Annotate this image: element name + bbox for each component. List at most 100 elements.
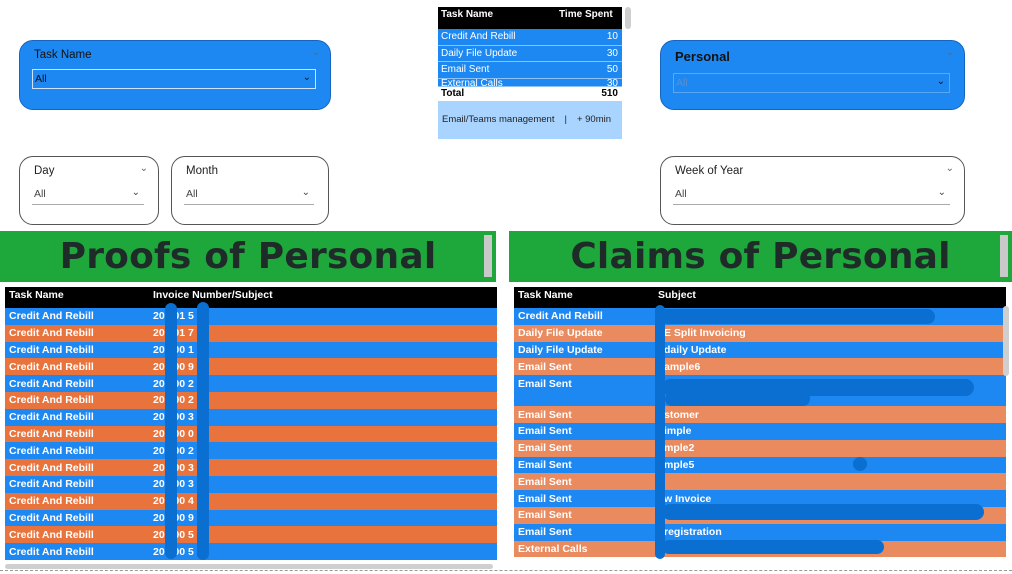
personal-slicer[interactable]: Personal ⌄ All ⌄ xyxy=(660,40,965,110)
day-slicer[interactable]: Day ⌄ All ⌄ xyxy=(19,156,159,225)
cell-task: Credit And Rebill xyxy=(9,495,94,508)
scrollbar[interactable] xyxy=(484,235,492,277)
cell-task: Email Sent xyxy=(518,442,572,455)
cell-subject: mple2 xyxy=(664,442,695,455)
table-row: Email Sent 50 xyxy=(438,62,622,79)
table-row[interactable]: Email Sent ample6 xyxy=(514,358,1006,376)
row-time: 50 xyxy=(606,64,618,76)
column-header-subject[interactable]: Subject xyxy=(654,289,994,301)
cell-subject: E Split Invoicing xyxy=(664,327,746,340)
column-header-task-name[interactable]: Task Name xyxy=(5,289,149,301)
personal-dropdown[interactable]: All ⌄ xyxy=(673,73,950,93)
column-header-time-spent[interactable]: Time Spent xyxy=(556,9,622,20)
cell-task: Credit And Rebill xyxy=(9,377,94,390)
table-row[interactable]: Credit And Rebill20 500 3 xyxy=(5,475,497,493)
table-row[interactable]: Credit And Rebill20 500 5 xyxy=(5,543,497,560)
bottom-divider xyxy=(0,570,1012,571)
note-left: Email/Teams management xyxy=(442,114,555,125)
cell-subject: imple xyxy=(664,425,692,438)
chevron-down-icon[interactable]: ⌄ xyxy=(312,47,320,58)
personal-value: All xyxy=(676,77,688,89)
redaction-mark xyxy=(662,540,884,554)
day-slicer-label: Day xyxy=(34,165,55,177)
cell-task: Credit And Rebill xyxy=(9,511,94,524)
cell-task: Email Sent xyxy=(518,458,572,471)
management-note: Email/Teams management | + 90min xyxy=(438,100,622,139)
cell-task: Credit And Rebill xyxy=(9,343,94,356)
table-row[interactable]: Email Sent registration xyxy=(514,523,1006,541)
chevron-down-icon[interactable]: ⌄ xyxy=(140,163,148,174)
cell-subject: registration xyxy=(664,526,722,539)
task-name-slicer[interactable]: Task Name ⌄ All ⌄ xyxy=(19,40,331,110)
table-row[interactable]: Email Sent imple xyxy=(514,422,1006,440)
table-row[interactable]: Credit And Rebill20 500 9 xyxy=(5,358,497,376)
column-header-invoice[interactable]: Invoice Number/Subject xyxy=(149,289,489,301)
scrollbar[interactable] xyxy=(625,7,631,29)
proofs-table-header: Task Name Invoice Number/Subject xyxy=(5,287,497,308)
cell-task: Credit And Rebill xyxy=(9,394,94,407)
table-row[interactable]: Credit And Rebill20 500 9 xyxy=(5,509,497,527)
proofs-table: Task Name Invoice Number/Subject Credit … xyxy=(5,287,497,560)
row-time: 30 xyxy=(606,78,618,87)
day-dropdown[interactable]: All ⌄ xyxy=(32,185,144,205)
cell-task: Email Sent xyxy=(518,378,572,391)
table-row[interactable]: Credit And Rebill20 500 0 xyxy=(5,425,497,443)
week-of-year-value: All xyxy=(675,188,687,200)
redaction-mark xyxy=(853,457,867,471)
table-row[interactable]: Credit And Rebill20 500 5 xyxy=(5,526,497,544)
table-row: Daily File Update 30 xyxy=(438,45,622,62)
table-row[interactable]: Credit And Rebill20 801 7 xyxy=(5,324,497,342)
time-spent-table-header: Task Name Time Spent xyxy=(438,7,622,29)
note-separator: | xyxy=(564,114,567,125)
cell-task: Email Sent xyxy=(518,526,572,539)
table-row[interactable]: Credit And Rebill20 500 1 xyxy=(5,341,497,359)
cell-task: Credit And Rebill xyxy=(518,310,603,323)
column-header-task-name[interactable]: Task Name xyxy=(438,9,556,20)
row-task: Email Sent xyxy=(441,64,490,76)
table-row[interactable]: Email Sent mple2 xyxy=(514,439,1006,457)
chevron-down-icon[interactable]: ⌄ xyxy=(946,163,954,174)
week-of-year-slicer[interactable]: Week of Year ⌄ All ⌄ xyxy=(660,156,965,225)
row-task: Credit And Rebill xyxy=(441,31,516,43)
proofs-banner: Proofs of Personal Tasks xyxy=(0,231,496,328)
table-row[interactable]: Email Sent stomer xyxy=(514,406,1006,423)
table-row[interactable]: Credit And Rebill20 500 2 xyxy=(5,391,497,409)
cell-subject: stomer xyxy=(664,408,700,421)
time-spent-table: Task Name Time Spent Credit And Rebill 1… xyxy=(438,7,631,139)
chevron-down-icon[interactable]: ⌄ xyxy=(946,47,954,58)
redaction-mark xyxy=(197,302,209,560)
cell-task: Credit And Rebill xyxy=(9,360,94,373)
scrollbar[interactable] xyxy=(1003,306,1009,376)
chevron-down-icon: ⌄ xyxy=(936,76,945,87)
table-row[interactable]: Credit And Rebill20 801 5 xyxy=(5,308,497,325)
cell-task: Email Sent xyxy=(518,509,572,522)
month-slicer[interactable]: Month All ⌄ xyxy=(171,156,329,225)
cell-task: Credit And Rebill xyxy=(9,478,94,491)
table-row[interactable]: Daily File Update daily Update xyxy=(514,341,1006,359)
task-name-dropdown[interactable]: All ⌄ xyxy=(32,69,316,89)
claims-banner: Claims of Personal Tasks xyxy=(509,231,1012,328)
task-name-slicer-label: Task Name xyxy=(34,49,92,61)
month-slicer-label: Month xyxy=(186,165,218,177)
table-row[interactable]: Credit And Rebill20 500 3 xyxy=(5,408,497,426)
cell-task: Email Sent xyxy=(518,360,572,373)
redaction-mark xyxy=(665,392,810,406)
table-row[interactable]: Email Sent mple5 xyxy=(514,456,1006,474)
cell-task: Daily File Update xyxy=(518,327,603,340)
table-row[interactable]: Credit And Rebill20 500 2 xyxy=(5,375,497,392)
column-header-task-name[interactable]: Task Name xyxy=(514,289,654,301)
table-row[interactable]: Daily File Update E Split Invoicing xyxy=(514,324,1006,342)
week-of-year-dropdown[interactable]: All ⌄ xyxy=(673,185,950,205)
cell-task: Email Sent xyxy=(518,475,572,488)
table-row: External Calls 30 xyxy=(438,78,622,87)
table-row[interactable]: Credit And Rebill20 500 2 xyxy=(5,442,497,460)
cell-task: Credit And Rebill xyxy=(9,310,94,323)
table-row[interactable]: Credit And Rebill20 500 4 xyxy=(5,492,497,510)
scrollbar[interactable] xyxy=(5,564,493,569)
table-row[interactable]: Email Sent xyxy=(514,473,1006,491)
month-dropdown[interactable]: All ⌄ xyxy=(184,185,314,205)
scrollbar[interactable] xyxy=(1000,235,1008,277)
table-row[interactable]: Credit And Rebill20 500 3 xyxy=(5,459,497,476)
cell-task: Credit And Rebill xyxy=(9,528,94,541)
personal-slicer-label: Personal xyxy=(675,49,730,64)
